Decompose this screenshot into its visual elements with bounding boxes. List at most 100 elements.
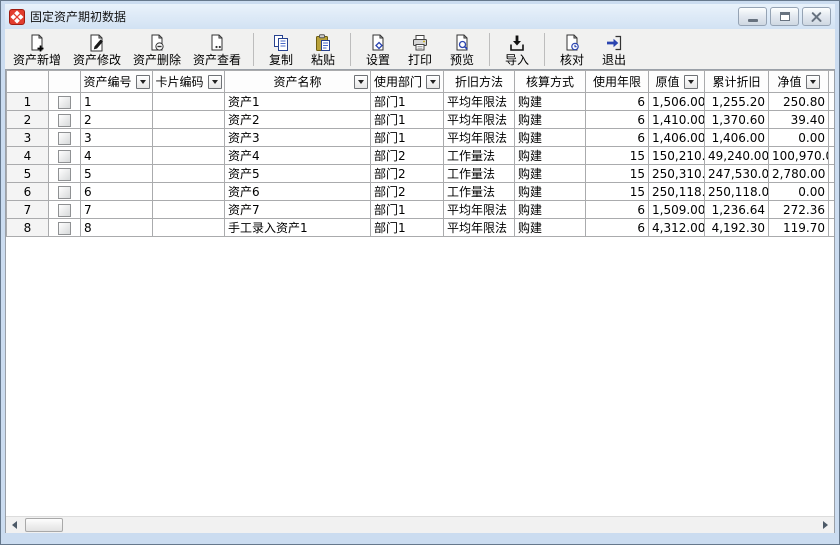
cell-card-code[interactable] — [153, 165, 225, 183]
cell-depreciation-method[interactable]: 平均年限法 — [444, 219, 515, 237]
cell-net-value[interactable]: 100,970.00 — [769, 147, 829, 165]
asset-edit-button[interactable]: 资产修改 — [67, 30, 127, 69]
cell-department[interactable]: 部门1 — [371, 93, 444, 111]
column-header-net-value[interactable]: 净值 — [769, 71, 829, 93]
cell-depreciation-method[interactable]: 工作量法 — [444, 165, 515, 183]
cell-useful-life[interactable]: 6 — [586, 93, 649, 111]
cell-useful-life[interactable]: 6 — [586, 111, 649, 129]
filter-dropdown-icon[interactable] — [354, 75, 368, 89]
cell-department[interactable]: 部门1 — [371, 201, 444, 219]
row-checkbox[interactable] — [58, 168, 71, 181]
scroll-right-button[interactable] — [817, 517, 834, 533]
cell-useful-life[interactable]: 6 — [586, 201, 649, 219]
filter-dropdown-icon[interactable] — [684, 75, 698, 89]
cell-useful-life[interactable]: 15 — [586, 165, 649, 183]
scrollbar-thumb[interactable] — [25, 518, 63, 532]
row-number[interactable]: 4 — [7, 147, 49, 165]
filter-dropdown-icon[interactable] — [208, 75, 222, 89]
cell-accounting-method[interactable]: 购建 — [515, 165, 586, 183]
cell-department[interactable]: 部门2 — [371, 165, 444, 183]
cell-useful-life[interactable]: 15 — [586, 183, 649, 201]
cell-department[interactable]: 部门1 — [371, 129, 444, 147]
cell-accumulated-depreciation[interactable]: 49,240.00 — [705, 147, 769, 165]
column-header-asset-code[interactable]: 资产编号 — [81, 71, 153, 93]
cell-asset-name[interactable]: 资产6 — [225, 183, 371, 201]
column-header-asset-name[interactable]: 资产名称 — [225, 71, 371, 93]
scroll-left-button[interactable] — [6, 517, 23, 533]
cell-card-code[interactable] — [153, 219, 225, 237]
preview-button[interactable]: 预览 — [441, 30, 483, 69]
row-number[interactable]: 1 — [7, 93, 49, 111]
row-number[interactable]: 2 — [7, 111, 49, 129]
cell-asset-name[interactable]: 资产4 — [225, 147, 371, 165]
close-button[interactable] — [802, 7, 831, 26]
cell-asset-code[interactable]: 1 — [81, 93, 153, 111]
cell-asset-code[interactable]: 6 — [81, 183, 153, 201]
row-number[interactable]: 6 — [7, 183, 49, 201]
row-checkbox[interactable] — [58, 204, 71, 217]
cell-original-value[interactable]: 150,210.00 — [649, 147, 705, 165]
cell-useful-life[interactable]: 15 — [586, 147, 649, 165]
asset-delete-button[interactable]: 资产删除 — [127, 30, 187, 69]
cell-asset-name[interactable]: 资产5 — [225, 165, 371, 183]
cell-asset-code[interactable]: 7 — [81, 201, 153, 219]
cell-original-value[interactable]: 4,312.00 — [649, 219, 705, 237]
cell-depreciation-method[interactable]: 平均年限法 — [444, 111, 515, 129]
cell-original-value[interactable]: 250,310.00 — [649, 165, 705, 183]
cell-accumulated-depreciation[interactable]: 250,118.00 — [705, 183, 769, 201]
cell-card-code[interactable] — [153, 147, 225, 165]
cell-department[interactable]: 部门2 — [371, 183, 444, 201]
paste-button[interactable]: 粘贴 — [302, 30, 344, 69]
cell-card-code[interactable] — [153, 183, 225, 201]
cell-asset-code[interactable]: 4 — [81, 147, 153, 165]
cell-useful-life[interactable]: 6 — [586, 219, 649, 237]
import-button[interactable]: 导入 — [496, 30, 538, 69]
cell-original-value[interactable]: 1,406.00 — [649, 129, 705, 147]
print-button[interactable]: 打印 — [399, 30, 441, 69]
cell-depreciation-method[interactable]: 工作量法 — [444, 147, 515, 165]
column-header-original-value[interactable]: 原值 — [649, 71, 705, 93]
row-checkbox[interactable] — [58, 186, 71, 199]
cell-accumulated-depreciation[interactable]: 1,406.00 — [705, 129, 769, 147]
cell-asset-name[interactable]: 资产3 — [225, 129, 371, 147]
cell-net-value[interactable]: 250.80 — [769, 93, 829, 111]
cell-asset-code[interactable]: 8 — [81, 219, 153, 237]
cell-department[interactable]: 部门2 — [371, 147, 444, 165]
cell-asset-code[interactable]: 5 — [81, 165, 153, 183]
cell-accounting-method[interactable]: 购建 — [515, 219, 586, 237]
column-header-card-code[interactable]: 卡片编码 — [153, 71, 225, 93]
cell-accumulated-depreciation[interactable]: 247,530.00 — [705, 165, 769, 183]
horizontal-scrollbar[interactable] — [6, 516, 834, 533]
cell-accounting-method[interactable]: 购建 — [515, 201, 586, 219]
cell-accumulated-depreciation[interactable]: 1,255.20 — [705, 93, 769, 111]
cell-net-value[interactable]: 119.70 — [769, 219, 829, 237]
cell-card-code[interactable] — [153, 111, 225, 129]
cell-asset-name[interactable]: 资产7 — [225, 201, 371, 219]
column-header-department[interactable]: 使用部门 — [371, 71, 444, 93]
column-header-accumulated-depreciation[interactable]: 累计折旧 — [705, 71, 769, 93]
column-header-useful-life[interactable]: 使用年限 — [586, 71, 649, 93]
cell-depreciation-method[interactable]: 工作量法 — [444, 183, 515, 201]
filter-dropdown-icon[interactable] — [806, 75, 820, 89]
cell-accounting-method[interactable]: 购建 — [515, 93, 586, 111]
cell-original-value[interactable]: 1,410.00 — [649, 111, 705, 129]
cell-original-value[interactable]: 1,506.00 — [649, 93, 705, 111]
settings-button[interactable]: 设置 — [357, 30, 399, 69]
filter-dropdown-icon[interactable] — [426, 75, 440, 89]
row-number[interactable]: 5 — [7, 165, 49, 183]
cell-card-code[interactable] — [153, 129, 225, 147]
cell-net-value[interactable]: 272.36 — [769, 201, 829, 219]
cell-accounting-method[interactable]: 购建 — [515, 183, 586, 201]
cell-original-value[interactable]: 1,509.00 — [649, 201, 705, 219]
cell-asset-name[interactable]: 手工录入资产1 — [225, 219, 371, 237]
cell-accounting-method[interactable]: 购建 — [515, 129, 586, 147]
cell-card-code[interactable] — [153, 93, 225, 111]
cell-net-value[interactable]: 39.40 — [769, 111, 829, 129]
cell-accounting-method[interactable]: 购建 — [515, 111, 586, 129]
cell-depreciation-method[interactable]: 平均年限法 — [444, 129, 515, 147]
verify-button[interactable]: 核对 — [551, 30, 593, 69]
row-number[interactable]: 8 — [7, 219, 49, 237]
cell-depreciation-method[interactable]: 平均年限法 — [444, 93, 515, 111]
cell-asset-name[interactable]: 资产2 — [225, 111, 371, 129]
cell-accumulated-depreciation[interactable]: 1,370.60 — [705, 111, 769, 129]
